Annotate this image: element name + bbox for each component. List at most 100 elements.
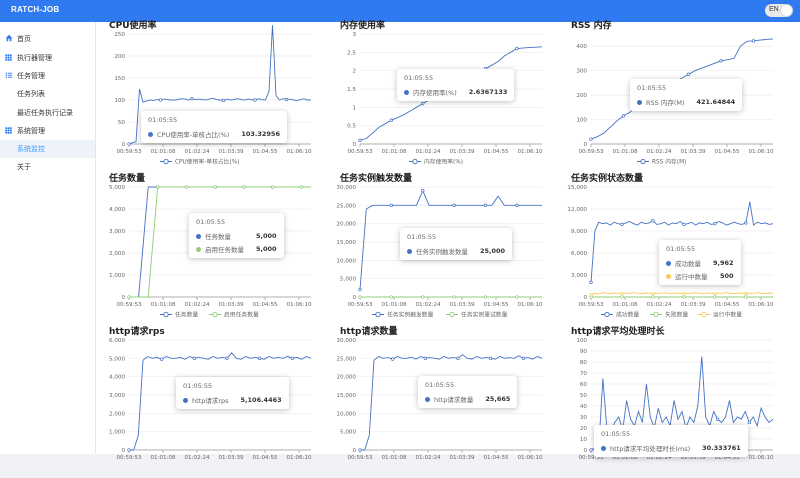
y-tick-label: 200 (576, 93, 587, 99)
y-tick-label: 3,000 (109, 393, 125, 399)
y-tick-label: 2.5 (347, 50, 356, 56)
series-color-dot (666, 260, 671, 266)
language-toggle[interactable]: EN (765, 4, 793, 17)
y-tick-label: 6,000 (571, 251, 587, 257)
sidebar-item-task-management[interactable]: 任务管理 (0, 67, 95, 85)
x-tick-label: 01:02:24 (184, 455, 210, 461)
y-tick-label: 0 (121, 142, 125, 148)
data-point (127, 448, 131, 452)
data-point (299, 185, 304, 189)
panel-title: http请求rps (109, 327, 165, 337)
legend-item: 任务实例触发数量 (372, 311, 434, 319)
panel-title: http请求平均处理时长 (571, 327, 665, 337)
y-tick-label: 0 (352, 142, 356, 148)
x-tick-label: 01:03:39 (680, 149, 706, 155)
legend-label: 成功数量 (616, 311, 639, 319)
y-tick-label: 100 (576, 338, 587, 344)
data-point (290, 356, 294, 360)
data-point (225, 356, 229, 360)
sidebar-item-recent-executions[interactable]: 最近任务执行记录 (0, 104, 95, 122)
sidebar-item-executor[interactable]: 执行器管理 (0, 49, 95, 67)
data-point (651, 291, 655, 296)
x-tick-label: 01:03:39 (449, 302, 475, 308)
tooltip-time: 01:05:55 (666, 245, 696, 253)
legend-label: CPU使用率-单核占比(%) (175, 158, 240, 166)
x-tick-label: 01:01:08 (381, 302, 407, 308)
series-color-dot (637, 99, 642, 105)
panel-title: CPU使用率 (109, 21, 157, 31)
y-tick-label: 5,000 (340, 277, 356, 283)
tooltip-series-name: 任务实例触发数量 (416, 248, 468, 256)
data-point (483, 295, 488, 299)
sidebar-item-label: 系统管理 (17, 127, 45, 135)
sidebar-item-about[interactable]: 关于 (0, 158, 95, 176)
sidebar-item-label: 系统监控 (17, 145, 45, 153)
chart-tooltip: 01:05:55 http请求rps 5,106.4463 (176, 377, 289, 409)
data-point (242, 185, 246, 189)
series-color-dot (404, 89, 409, 95)
line-chart: 0 0.5 1 1.5 2 2.5 3 00:59:53 01:01:08 01:02:24 01:… (347, 32, 543, 155)
y-tick-label: 15,000 (336, 393, 356, 399)
data-point (686, 72, 691, 76)
y-tick-label: 50 (118, 120, 126, 126)
series-color-dot (196, 233, 201, 239)
x-tick-label: 01:02:24 (646, 149, 672, 155)
y-tick-label: 4,000 (109, 207, 125, 213)
data-point (751, 39, 756, 43)
data-point (589, 280, 593, 284)
y-tick-label: 9,000 (571, 229, 587, 235)
data-point (489, 356, 493, 360)
tooltip-row: CPU使用率-单核占比(%) 103.32956 (148, 129, 280, 139)
sidebar-item-system-management[interactable]: 系统管理 (0, 122, 95, 140)
y-tick-label: 5,000 (109, 356, 125, 362)
sidebar-item-home[interactable]: 首页 (0, 30, 95, 48)
data-point (589, 293, 593, 297)
series-color-dot (601, 445, 606, 451)
y-tick-label: 4,000 (109, 375, 125, 381)
data-point (620, 291, 624, 296)
tooltip-value: 5,000 (256, 245, 277, 253)
data-point (421, 295, 425, 299)
sidebar-item-task-list[interactable]: 任务列表 (0, 85, 95, 103)
y-tick-label: 30 (580, 415, 588, 421)
legend-marker (162, 158, 169, 165)
y-tick-label: 80 (580, 360, 588, 366)
sidebar-item-label: 任务管理 (17, 72, 45, 80)
data-point (651, 295, 655, 299)
tooltip-time: 01:05:55 (404, 74, 434, 82)
x-tick-label: 01:03:39 (680, 302, 706, 308)
tooltip-series-name: CPU使用率-单核占比(%) (157, 131, 230, 139)
y-tick-label: 20 (580, 426, 588, 432)
series-color-dot (183, 397, 188, 403)
y-tick-label: 15,000 (336, 240, 356, 246)
x-tick-label: 01:06:10 (748, 149, 774, 155)
data-point (621, 114, 626, 118)
data-point (421, 189, 425, 193)
data-point (221, 98, 226, 103)
legend-marker (449, 311, 455, 318)
x-tick-label: 01:06:10 (748, 455, 774, 461)
tooltip-value: 9,962 (713, 259, 734, 267)
y-tick-label: 60 (580, 382, 588, 388)
y-tick-label: 0 (583, 448, 587, 454)
tooltip-series-name: http请求rps (192, 397, 229, 405)
tooltip-row: 运行中数量 500 (666, 271, 734, 281)
data-point (358, 138, 362, 142)
brand-logo[interactable]: RATCH-JOB (11, 5, 59, 14)
tooltip-series-name: 运行中数量 (675, 273, 708, 281)
sidebar-item-label: 执行器管理 (17, 54, 52, 62)
x-tick-label: 01:04:55 (252, 149, 278, 155)
tooltip-value: 2.6367133 (468, 88, 508, 96)
x-tick-label: 01:02:24 (415, 455, 441, 461)
y-tick-label: 100 (114, 98, 125, 104)
tooltip-value: 103.32956 (241, 130, 280, 138)
tooltip-row: http请求平均处理时长(ms) 30.333761 (601, 443, 741, 453)
sidebar-item-system-monitor[interactable]: 系统监控 (0, 140, 95, 158)
panel-title: 任务实例触发数量 (340, 174, 413, 184)
legend-item: 运行中数量 (698, 311, 742, 319)
x-tick-label: 01:04:55 (252, 302, 278, 308)
sidebar-item-label: 关于 (17, 163, 31, 171)
data-point (389, 203, 394, 207)
y-tick-label: 0 (121, 448, 125, 454)
y-tick-label: 1,000 (109, 430, 125, 436)
